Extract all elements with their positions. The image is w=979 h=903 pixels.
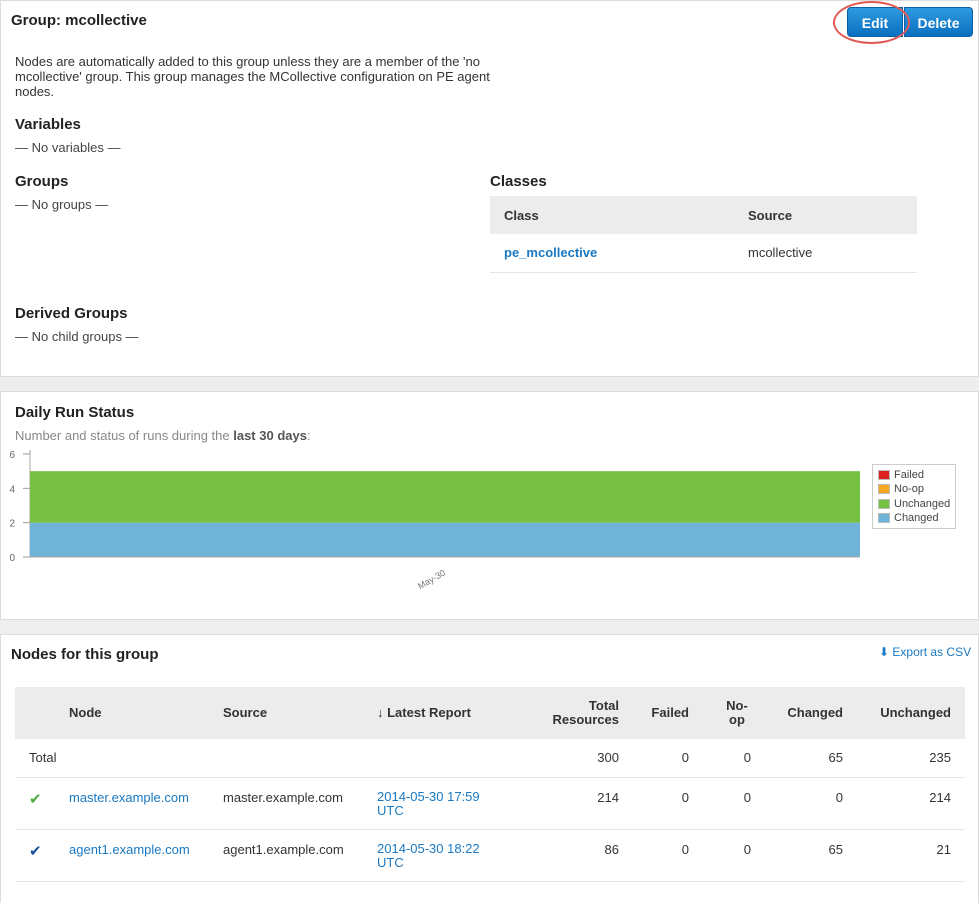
column-header-node[interactable]: Node bbox=[69, 687, 223, 739]
legend-swatch-noop bbox=[878, 484, 890, 495]
node-changed: 65 bbox=[765, 829, 857, 882]
column-header-source[interactable]: Source bbox=[223, 687, 377, 739]
subtitle-bold: last 30 days bbox=[233, 428, 307, 443]
derived-groups-heading: Derived Groups bbox=[15, 305, 128, 322]
total-label: Total bbox=[15, 739, 69, 778]
download-icon: ⬇ bbox=[879, 645, 890, 659]
legend-swatch-unchanged bbox=[878, 499, 890, 510]
total-changed: 65 bbox=[765, 739, 857, 778]
node-total: 214 bbox=[519, 777, 633, 830]
check-blue-icon: ✔ bbox=[29, 842, 42, 860]
y-tick-label: 6 bbox=[9, 450, 15, 461]
legend-label-changed: Changed bbox=[894, 512, 939, 524]
y-tick-label: 4 bbox=[9, 484, 15, 495]
node-noop: 0 bbox=[703, 777, 765, 830]
y-tick-label: 0 bbox=[9, 553, 15, 564]
node-source: agent1.example.com bbox=[223, 829, 377, 882]
chart-legend: Failed No-op Unchanged Changed bbox=[872, 464, 956, 529]
derived-groups-empty: — No child groups — bbox=[15, 329, 139, 344]
classes-heading: Classes bbox=[490, 173, 547, 190]
page-title: Group: mcollective bbox=[11, 12, 147, 29]
subtitle-text: Number and status of runs during the bbox=[15, 428, 234, 443]
node-noop: 0 bbox=[703, 829, 765, 882]
nodes-heading: Nodes for this group bbox=[11, 646, 159, 663]
total-unchanged: 235 bbox=[857, 739, 965, 778]
table-row: ✔ master.example.com master.example.com … bbox=[15, 777, 965, 830]
export-label: Export as CSV bbox=[892, 645, 972, 659]
nodes-panel: Nodes for this group ⬇ Export as CSV Nod… bbox=[0, 634, 979, 903]
classes-table: Class Source pe_mcollective mcollective bbox=[490, 196, 917, 273]
node-changed: 0 bbox=[765, 777, 857, 830]
export-csv-link[interactable]: ⬇ Export as CSV bbox=[879, 645, 971, 659]
highlight-circle bbox=[833, 1, 910, 44]
groups-empty: — No groups — bbox=[15, 197, 109, 212]
variables-empty: — No variables — bbox=[15, 140, 121, 155]
groups-heading: Groups bbox=[15, 173, 69, 190]
node-failed: 0 bbox=[633, 777, 703, 830]
latest-report-link[interactable]: 2014-05-30 17:59 UTC bbox=[377, 789, 497, 818]
total-failed: 0 bbox=[633, 739, 703, 778]
y-tick-label: 2 bbox=[9, 519, 15, 530]
node-unchanged: 214 bbox=[857, 777, 965, 830]
legend-item-noop: No-op bbox=[878, 483, 924, 497]
legend-item-changed: Changed bbox=[878, 512, 939, 526]
node-total: 86 bbox=[519, 829, 633, 882]
variables-heading: Variables bbox=[15, 116, 81, 133]
run-status-subtitle: Number and status of runs during the las… bbox=[15, 428, 311, 443]
legend-label-failed: Failed bbox=[894, 469, 924, 481]
column-header-failed[interactable]: Failed bbox=[633, 687, 703, 739]
run-status-chart: 0 2 4 6 May-30 bbox=[9, 450, 860, 592]
node-failed: 0 bbox=[633, 829, 703, 882]
table-row: ✔ agent1.example.com agent1.example.com … bbox=[15, 829, 965, 882]
node-unchanged: 21 bbox=[857, 829, 965, 882]
column-header-latest-report[interactable]: ↓ Latest Report bbox=[377, 687, 519, 739]
check-green-icon: ✔ bbox=[29, 790, 42, 808]
node-source: master.example.com bbox=[223, 777, 377, 830]
legend-label-unchanged: Unchanged bbox=[894, 498, 951, 510]
column-header-noop[interactable]: No-op bbox=[703, 687, 765, 739]
legend-swatch-changed bbox=[878, 513, 890, 524]
group-description: Nodes are automatically added to this gr… bbox=[15, 54, 490, 99]
run-status-panel: Daily Run Status Number and status of ru… bbox=[0, 391, 979, 620]
column-header-total-resources[interactable]: Total Resources bbox=[519, 687, 633, 739]
table-row: pe_mcollective mcollective bbox=[490, 234, 917, 273]
column-header-status bbox=[15, 687, 69, 739]
latest-report-link[interactable]: 2014-05-30 18:22 UTC bbox=[377, 841, 497, 870]
legend-swatch-failed bbox=[878, 470, 890, 481]
x-tick-label: May-30 bbox=[416, 568, 447, 592]
column-header-source: Source bbox=[734, 196, 917, 234]
delete-button[interactable]: Delete bbox=[904, 7, 973, 37]
group-panel: Group: mcollective Edit Delete Nodes are… bbox=[0, 0, 979, 377]
column-header-changed[interactable]: Changed bbox=[765, 687, 857, 739]
node-link[interactable]: master.example.com bbox=[69, 790, 189, 805]
total-noop: 0 bbox=[703, 739, 765, 778]
area-changed bbox=[30, 522, 860, 557]
legend-label-noop: No-op bbox=[894, 483, 924, 495]
area-unchanged bbox=[30, 471, 860, 523]
legend-item-failed: Failed bbox=[878, 469, 924, 483]
total-row: Total 300 0 0 65 235 bbox=[15, 739, 965, 778]
subtitle-suffix: : bbox=[306, 428, 311, 443]
nodes-table: Node Source ↓ Latest Report Total Resour… bbox=[15, 687, 965, 882]
run-status-heading: Daily Run Status bbox=[15, 404, 135, 421]
class-link[interactable]: pe_mcollective bbox=[504, 245, 597, 260]
legend-item-unchanged: Unchanged bbox=[878, 498, 950, 512]
column-header-unchanged[interactable]: Unchanged bbox=[857, 687, 965, 739]
noop-header-label: No-op bbox=[726, 698, 748, 727]
node-link[interactable]: agent1.example.com bbox=[69, 842, 190, 857]
total-resources: 300 bbox=[519, 739, 633, 778]
class-source: mcollective bbox=[734, 234, 917, 273]
column-header-class: Class bbox=[490, 196, 734, 234]
